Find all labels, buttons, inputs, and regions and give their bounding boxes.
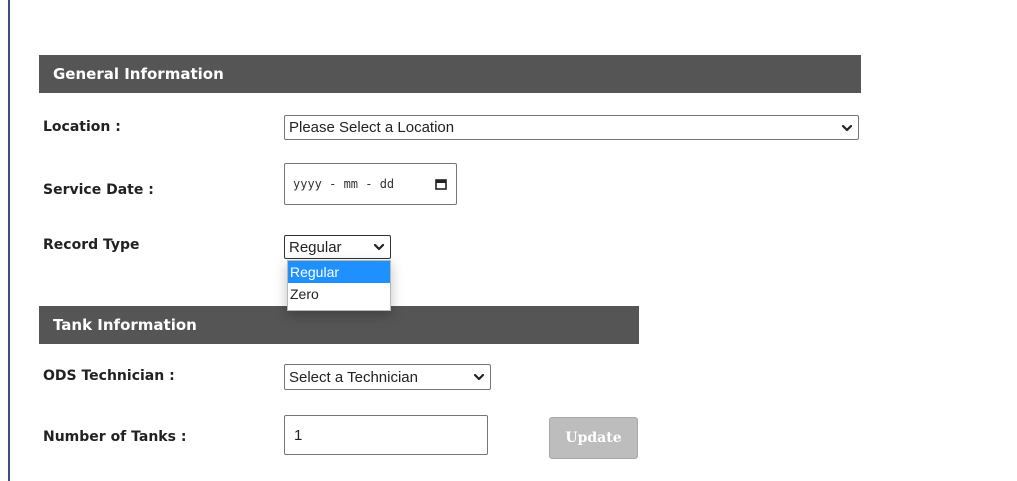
location-label: Location : bbox=[43, 119, 121, 135]
ods-technician-select[interactable]: Select a Technician bbox=[284, 364, 491, 390]
number-of-tanks-label: Number of Tanks : bbox=[43, 429, 187, 445]
service-date-placeholder: yyyy - mm - dd bbox=[293, 177, 395, 191]
service-date-input[interactable]: yyyy - mm - dd bbox=[284, 163, 457, 205]
chevron-down-icon bbox=[473, 373, 485, 381]
location-select[interactable]: Please Select a Location bbox=[284, 115, 859, 140]
number-of-tanks-value: 1 bbox=[294, 426, 303, 444]
record-type-select-value: Regular bbox=[289, 238, 342, 256]
location-select-value: Please Select a Location bbox=[289, 119, 455, 136]
calendar-icon[interactable] bbox=[434, 177, 448, 191]
dropdown-option-regular[interactable]: Regular bbox=[288, 261, 390, 283]
update-button-label: Update bbox=[565, 430, 622, 446]
service-date-label: Service Date : bbox=[43, 182, 154, 198]
record-type-select[interactable]: Regular bbox=[284, 235, 391, 259]
tank-information-title: Tank Information bbox=[53, 316, 197, 334]
record-type-label: Record Type bbox=[43, 237, 140, 253]
general-information-header: General Information bbox=[39, 55, 861, 93]
dropdown-option-zero[interactable]: Zero bbox=[288, 283, 390, 305]
update-button[interactable]: Update bbox=[549, 417, 638, 459]
chevron-down-icon bbox=[841, 124, 853, 131]
page-left-border bbox=[8, 0, 10, 481]
general-information-title: General Information bbox=[53, 65, 224, 83]
ods-technician-select-value: Select a Technician bbox=[289, 368, 418, 386]
ods-technician-label: ODS Technician : bbox=[43, 368, 175, 384]
tank-information-header: Tank Information bbox=[39, 306, 639, 344]
number-of-tanks-input[interactable]: 1 bbox=[284, 415, 488, 455]
chevron-down-icon bbox=[373, 243, 385, 251]
record-type-dropdown-list: Regular Zero bbox=[287, 260, 391, 311]
